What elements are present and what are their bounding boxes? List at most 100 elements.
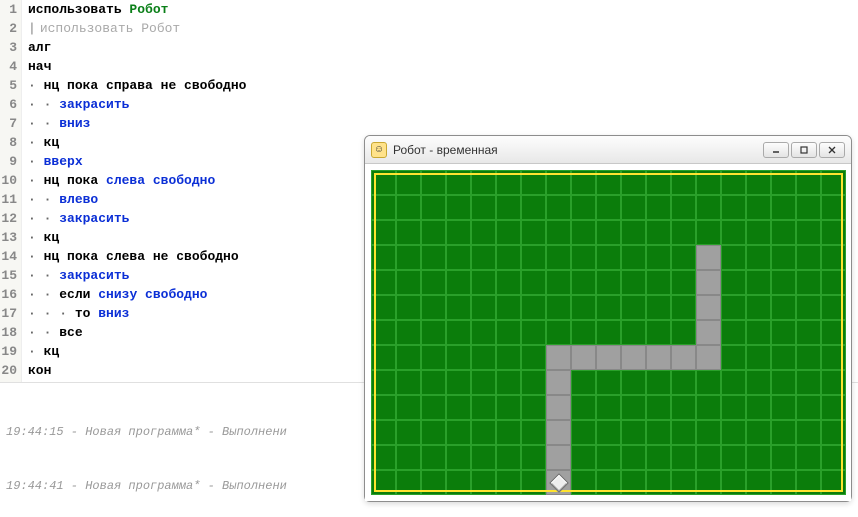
- code-content: · кц: [22, 342, 59, 361]
- code-content: · · · то вниз: [22, 304, 129, 323]
- grid-cell: [821, 345, 846, 370]
- grid-cell: [621, 270, 646, 295]
- grid-cell: [396, 295, 421, 320]
- grid-cell: [471, 470, 496, 495]
- grid-cell: [396, 170, 421, 195]
- titlebar[interactable]: ☺ Робот - временная: [365, 136, 851, 164]
- grid-cell: [496, 220, 521, 245]
- painted-cell: [546, 370, 571, 395]
- grid-cell: [696, 420, 721, 445]
- grid-cell: [521, 420, 546, 445]
- grid-cell: [521, 445, 546, 470]
- grid-cell: [796, 270, 821, 295]
- code-line[interactable]: 1использовать Робот: [0, 0, 858, 19]
- painted-cell: [546, 420, 571, 445]
- code-line[interactable]: 5· нц пока справа не свободно: [0, 76, 858, 95]
- code-line[interactable]: 4нач: [0, 57, 858, 76]
- grid-cell: [596, 320, 621, 345]
- grid-cell: [721, 220, 746, 245]
- grid-cell: [496, 295, 521, 320]
- grid-cell: [771, 395, 796, 420]
- grid-cell: [471, 345, 496, 370]
- grid-cell: [646, 395, 671, 420]
- grid-cell: [421, 170, 446, 195]
- line-number: 7: [0, 114, 22, 133]
- robot-field[interactable]: [371, 170, 846, 495]
- code-content: · · влево: [22, 190, 98, 209]
- grid-cell: [396, 220, 421, 245]
- painted-cell: [546, 445, 571, 470]
- grid-cell: [571, 245, 596, 270]
- grid-cell: [521, 295, 546, 320]
- grid-cell: [721, 420, 746, 445]
- code-content: · · все: [22, 323, 83, 342]
- grid-cell: [821, 245, 846, 270]
- grid-cell: [496, 195, 521, 220]
- grid-cell: [746, 170, 771, 195]
- grid-cell: [521, 470, 546, 495]
- grid-cell: [671, 420, 696, 445]
- line-number: 1: [0, 0, 22, 19]
- grid-cell: [546, 220, 571, 245]
- grid-cell: [771, 470, 796, 495]
- grid-cell: [371, 270, 396, 295]
- code-content: · · вниз: [22, 114, 90, 133]
- grid-cell: [446, 195, 471, 220]
- minimize-button[interactable]: [763, 142, 789, 158]
- code-content: алг: [22, 38, 51, 57]
- grid-cell: [471, 445, 496, 470]
- robot-window[interactable]: ☺ Робот - временная: [364, 135, 852, 502]
- grid-cell: [821, 445, 846, 470]
- grid-cell: [521, 320, 546, 345]
- grid-cell: [671, 370, 696, 395]
- grid-cell: [821, 320, 846, 345]
- grid-cell: [646, 220, 671, 245]
- grid-cell: [721, 345, 746, 370]
- grid-cell: [571, 420, 596, 445]
- code-line[interactable]: 6· · закрасить: [0, 95, 858, 114]
- close-button[interactable]: [819, 142, 845, 158]
- grid-cell: [746, 295, 771, 320]
- grid-cell: [621, 245, 646, 270]
- code-line[interactable]: 7· · вниз: [0, 114, 858, 133]
- grid-cell: [796, 320, 821, 345]
- grid-cell: [621, 395, 646, 420]
- grid-cell: [521, 245, 546, 270]
- grid-cell: [421, 370, 446, 395]
- grid-cell: [596, 420, 621, 445]
- grid-cell: [421, 270, 446, 295]
- painted-cell: [696, 295, 721, 320]
- grid-cell: [521, 170, 546, 195]
- grid-cell: [396, 345, 421, 370]
- grid-cell: [471, 270, 496, 295]
- grid-cell: [446, 445, 471, 470]
- grid-cell: [746, 470, 771, 495]
- grid-cell: [696, 470, 721, 495]
- code-line[interactable]: 3алг: [0, 38, 858, 57]
- painted-cell: [696, 270, 721, 295]
- maximize-button[interactable]: [791, 142, 817, 158]
- grid-cell: [596, 295, 621, 320]
- grid-cell: [446, 270, 471, 295]
- code-content: · кц: [22, 228, 59, 247]
- grid-cell: [571, 445, 596, 470]
- grid-cell: [546, 270, 571, 295]
- grid-cell: [771, 270, 796, 295]
- grid-cell: [721, 370, 746, 395]
- grid-cell: [821, 370, 846, 395]
- code-content: · · если снизу свободно: [22, 285, 207, 304]
- grid-cell: [571, 395, 596, 420]
- grid-cell: [821, 220, 846, 245]
- grid-cell: [821, 420, 846, 445]
- code-line[interactable]: 2|использовать Робот: [0, 19, 858, 38]
- grid-cell: [596, 245, 621, 270]
- code-content: · · закрасить: [22, 95, 129, 114]
- code-content: · нц пока слева не свободно: [22, 247, 239, 266]
- grid-cell: [821, 470, 846, 495]
- grid-cell: [721, 245, 746, 270]
- grid-cell: [796, 245, 821, 270]
- grid-cell: [496, 420, 521, 445]
- grid-cell: [746, 195, 771, 220]
- grid-cell: [396, 420, 421, 445]
- grid-cell: [421, 395, 446, 420]
